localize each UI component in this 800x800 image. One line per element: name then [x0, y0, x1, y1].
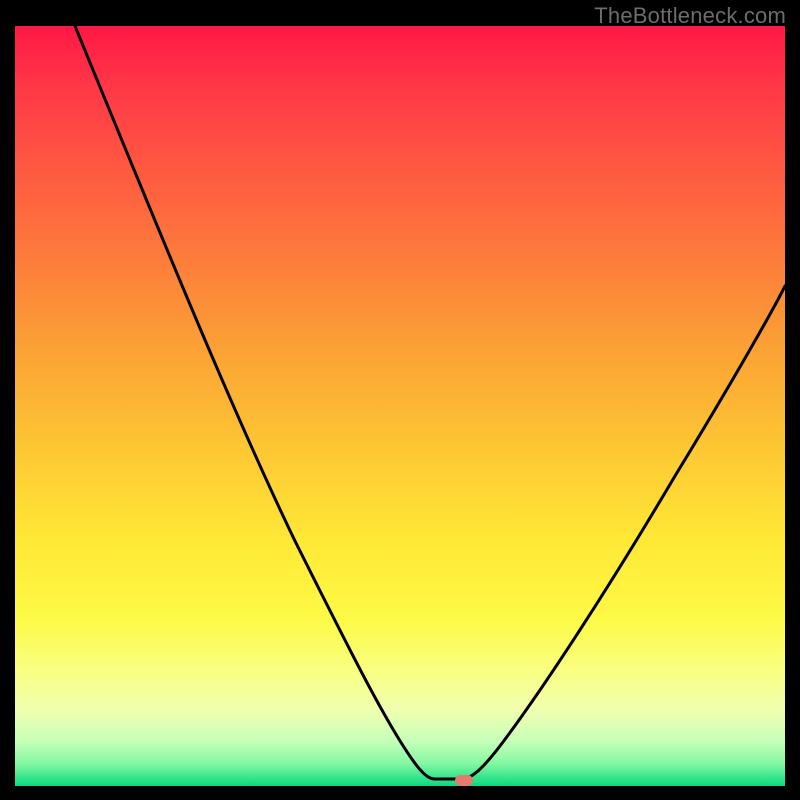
bottleneck-curve [75, 26, 785, 779]
chart-plot-area [15, 26, 785, 786]
chart-marker-point [455, 775, 473, 786]
chart-curve-svg [15, 26, 785, 786]
watermark-text: TheBottleneck.com [594, 3, 786, 29]
